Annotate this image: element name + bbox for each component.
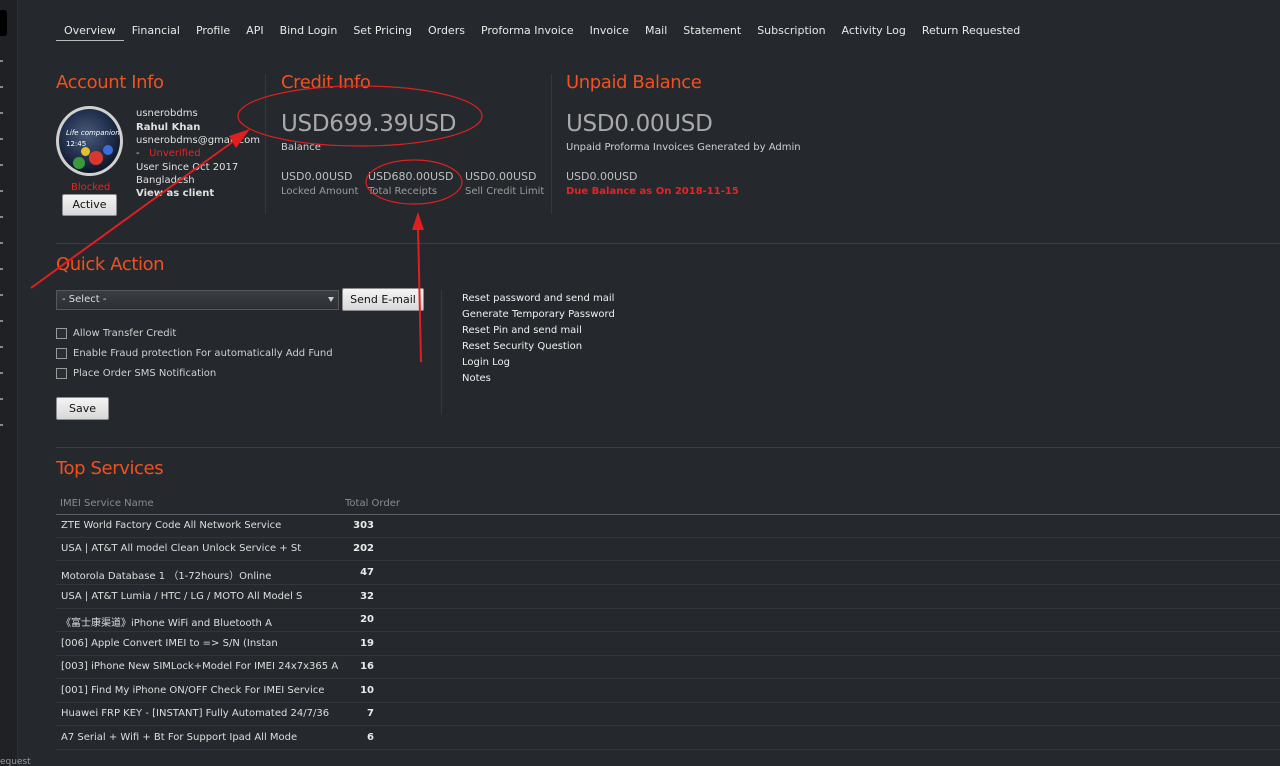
annotation-arrowhead <box>229 129 250 148</box>
annotation-overlay <box>30 85 483 363</box>
annotation-arrowhead <box>412 212 424 230</box>
annotation-ellipse <box>365 159 463 205</box>
annotation-arrow-line <box>417 225 422 363</box>
annotation-ellipse <box>237 85 483 147</box>
annotation-arrow-line <box>30 137 239 289</box>
